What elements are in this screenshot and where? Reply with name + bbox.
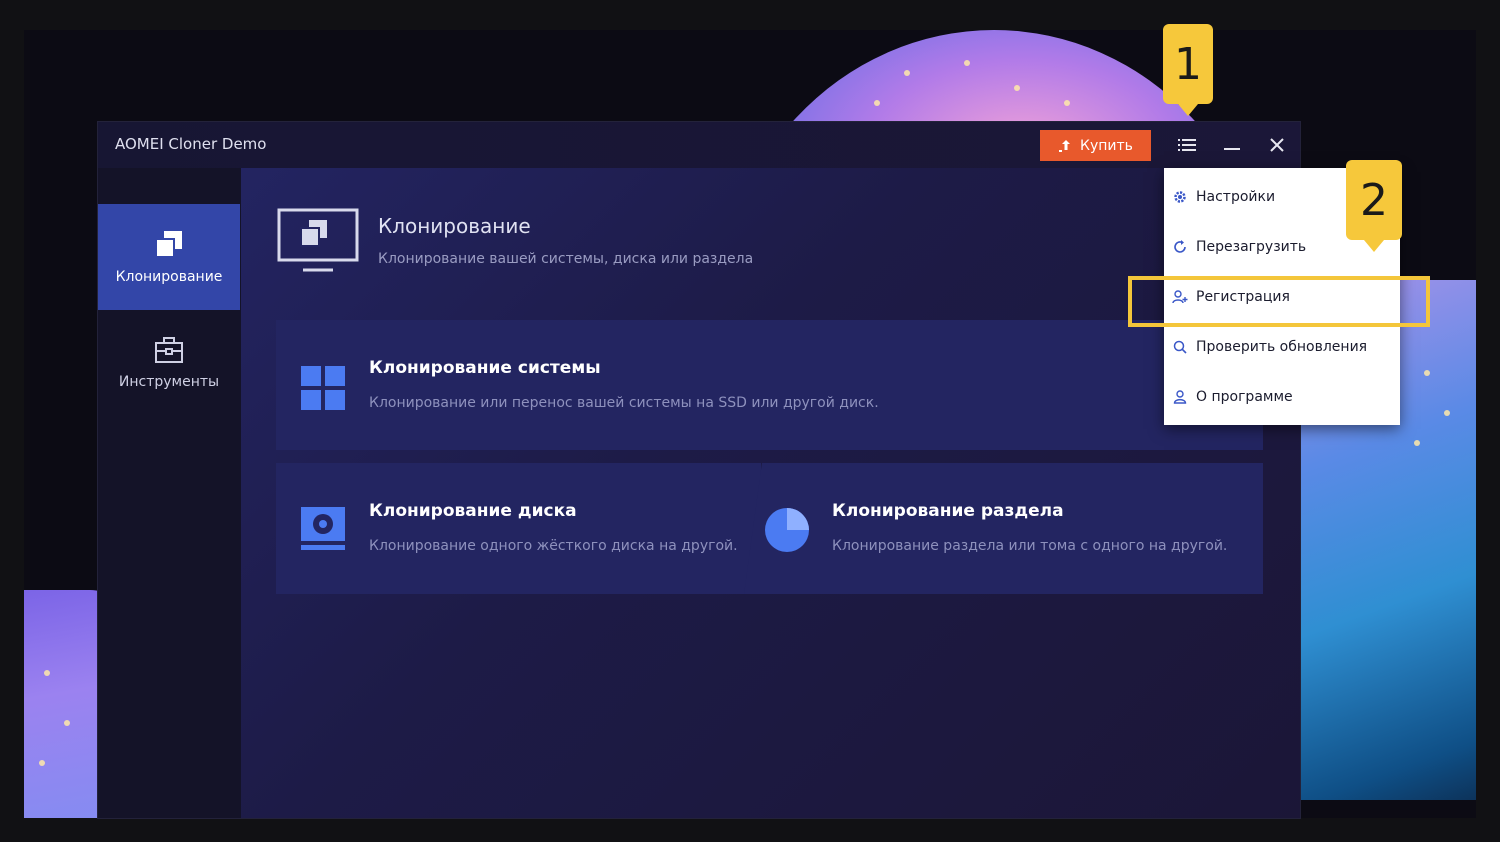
menu-item-label: Настройки bbox=[1196, 189, 1276, 205]
buy-button[interactable]: Купить bbox=[1040, 130, 1151, 161]
title-bar: AOMEI Cloner Demo Купить bbox=[98, 122, 1300, 168]
user-icon bbox=[1172, 389, 1188, 405]
main-content: Клонирование Клонирование вашей системы,… bbox=[241, 168, 1300, 818]
pie-chart-icon bbox=[765, 508, 809, 552]
menu-item-label: О программе bbox=[1196, 389, 1293, 405]
toolbox-icon bbox=[155, 337, 183, 363]
close-icon[interactable] bbox=[1264, 132, 1290, 158]
app-title: AOMEI Cloner Demo bbox=[115, 135, 267, 153]
disk-clone-desc: Клонирование одного жёсткого диска на др… bbox=[369, 538, 738, 554]
disk-clone-card[interactable]: Клонирование диска Клонирование одного ж… bbox=[276, 463, 761, 594]
sidebar-item-label: Клонирование bbox=[115, 269, 223, 285]
sidebar-item-cloning[interactable]: Клонирование bbox=[98, 204, 240, 310]
buy-button-label: Купить bbox=[1080, 137, 1133, 154]
app-window: AOMEI Cloner Demo Купить Клонирование Ин… bbox=[98, 122, 1300, 818]
partition-clone-title: Клонирование раздела bbox=[832, 501, 1064, 521]
disk-icon bbox=[301, 507, 345, 550]
menu-item-label: Перезагрузить bbox=[1196, 239, 1307, 255]
clone-icon bbox=[155, 231, 182, 258]
gear-icon bbox=[1172, 189, 1188, 205]
partition-clone-card[interactable]: Клонирование раздела Клонирование раздел… bbox=[744, 463, 1263, 594]
menu-item-about[interactable]: О программе bbox=[1164, 377, 1408, 417]
menu-icon[interactable] bbox=[1174, 132, 1200, 158]
monitor-clone-icon bbox=[277, 208, 359, 272]
system-clone-card[interactable]: Клонирование системы Клонирование или пе… bbox=[276, 320, 1263, 450]
callout-badge-1: 1 bbox=[1163, 24, 1213, 116]
system-clone-desc: Клонирование или перенос вашей системы н… bbox=[369, 395, 879, 411]
partition-clone-desc: Клонирование раздела или тома с одного н… bbox=[832, 538, 1228, 554]
page-subtitle: Клонирование вашей системы, диска или ра… bbox=[378, 251, 754, 267]
refresh-icon bbox=[1172, 239, 1188, 255]
search-icon bbox=[1172, 339, 1188, 355]
sidebar-item-label: Инструменты bbox=[118, 374, 220, 390]
menu-item-check-updates[interactable]: Проверить обновления bbox=[1164, 327, 1408, 367]
windows-icon bbox=[301, 366, 345, 410]
sidebar-item-tools[interactable]: Инструменты bbox=[98, 310, 240, 416]
callout-badge-2: 2 bbox=[1346, 160, 1402, 252]
sidebar: Клонирование Инструменты bbox=[98, 168, 241, 818]
minimize-icon[interactable] bbox=[1219, 132, 1245, 158]
page-title: Клонирование bbox=[378, 214, 531, 238]
disk-clone-title: Клонирование диска bbox=[369, 501, 577, 521]
menu-item-label: Проверить обновления bbox=[1196, 339, 1368, 355]
upgrade-arrow-icon bbox=[1059, 139, 1071, 152]
system-clone-title: Клонирование системы bbox=[369, 358, 601, 378]
registration-highlight-frame bbox=[1128, 276, 1430, 327]
